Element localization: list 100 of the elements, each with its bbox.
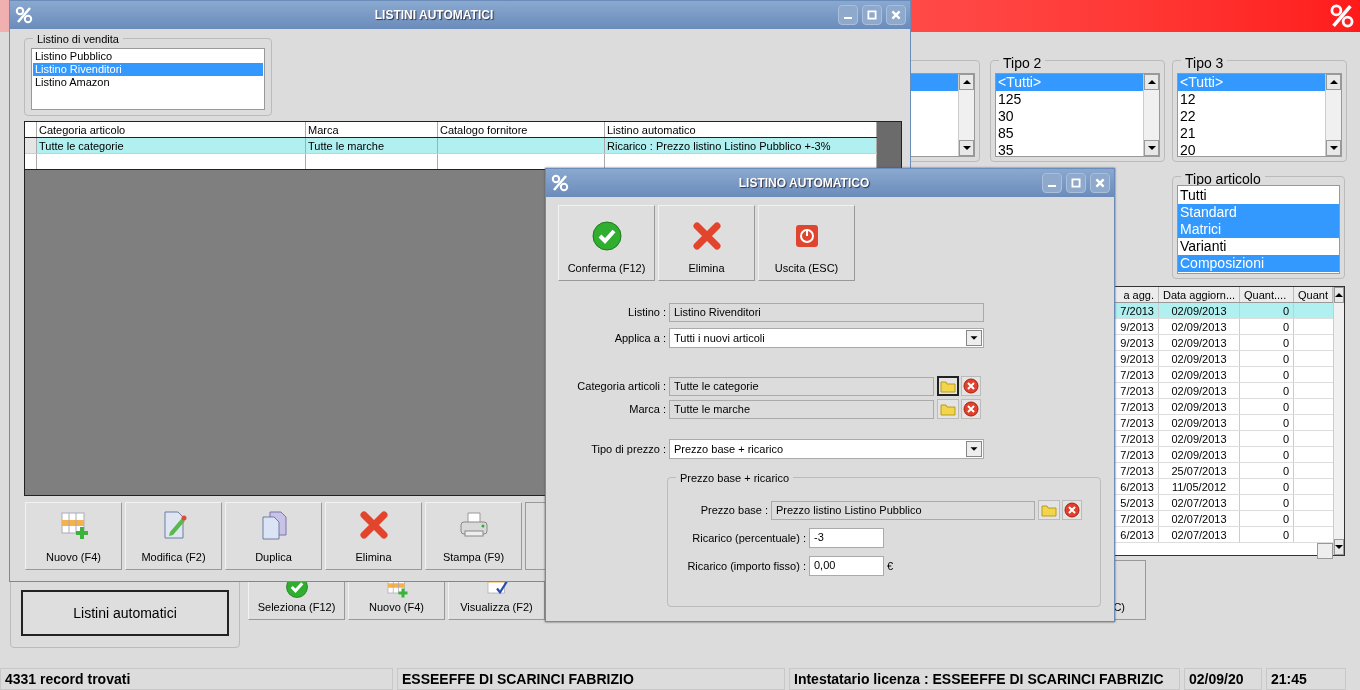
table-cell: 0 bbox=[1240, 447, 1294, 462]
list-item[interactable]: 12 bbox=[1178, 91, 1325, 108]
empty-row[interactable] bbox=[25, 154, 877, 170]
close-button[interactable] bbox=[886, 5, 906, 25]
column-header[interactable]: Quant.... bbox=[1240, 287, 1294, 302]
toolbar-button[interactable]: Elimina bbox=[325, 502, 422, 570]
text-field[interactable]: -3 bbox=[809, 528, 884, 548]
table-cell: 02/09/2013 bbox=[1159, 383, 1240, 398]
maximize-button[interactable] bbox=[862, 5, 882, 25]
list-item[interactable]: Varianti bbox=[1178, 238, 1339, 255]
percent-logo-icon bbox=[1328, 2, 1356, 30]
toolbar-button[interactable]: Uscita (ESC) bbox=[758, 205, 855, 281]
table-cell: 02/09/2013 bbox=[1159, 351, 1240, 366]
column-header[interactable]: Marca bbox=[306, 122, 438, 137]
toolbar-button[interactable]: Duplica bbox=[225, 502, 322, 570]
table-cell: 0 bbox=[1240, 383, 1294, 398]
table-cell: 02/09/2013 bbox=[1159, 319, 1240, 334]
table-cell: Tutte le categorie bbox=[37, 138, 306, 153]
table-cell: 02/07/2013 bbox=[1159, 495, 1240, 510]
table-cell: 0 bbox=[1240, 351, 1294, 366]
list-item[interactable]: Tutti bbox=[1178, 187, 1339, 204]
column-header[interactable]: Quant bbox=[1294, 287, 1333, 302]
field-label: Ricarico (percentuale) : bbox=[691, 530, 806, 546]
list-box[interactable]: Listino Pubblico Listino Rivenditori Listino Amazon bbox=[31, 48, 265, 110]
table-cell: 02/09/2013 bbox=[1159, 303, 1240, 318]
cross-icon bbox=[357, 508, 390, 541]
window-title: LISTINO AUTOMATICO bbox=[737, 175, 871, 192]
clear-button[interactable] bbox=[1062, 500, 1082, 520]
up-arrow-icon bbox=[1335, 291, 1343, 299]
toolbar-button[interactable]: Conferma (F12) bbox=[558, 205, 655, 281]
list-item[interactable]: 21 bbox=[1178, 125, 1325, 142]
table-cell: 0 bbox=[1240, 527, 1294, 542]
list-item[interactable]: 125 bbox=[996, 91, 1143, 108]
status-field: 4331 record trovati bbox=[0, 668, 393, 690]
down-arrow-icon bbox=[1335, 543, 1343, 551]
window-title: LISTINI AUTOMATICI bbox=[373, 7, 495, 24]
table-cell: Tutte le marche bbox=[306, 138, 438, 153]
column-header[interactable]: Data aggiorn... bbox=[1159, 287, 1240, 302]
dropdown[interactable]: Prezzo base + ricarico bbox=[669, 439, 984, 459]
row-header[interactable] bbox=[25, 138, 37, 153]
table-cell: 0 bbox=[1240, 511, 1294, 526]
percent-logo-icon bbox=[550, 173, 570, 193]
field-label: Applica a : bbox=[613, 330, 666, 346]
column-header[interactable]: Catalogo fornitore bbox=[438, 122, 605, 137]
scrollbar[interactable] bbox=[958, 74, 974, 156]
scrollbar[interactable] bbox=[1143, 74, 1159, 156]
toolbar-button[interactable]: Modifica (F2) bbox=[125, 502, 222, 570]
minimize-button[interactable] bbox=[838, 5, 858, 25]
table-row[interactable]: Tutte le categorie Tutte le marche Ricarico : Prezzo listino Listino Pubblico +-3% bbox=[25, 138, 877, 154]
list-item[interactable]: 20 bbox=[1178, 142, 1325, 159]
folder-icon bbox=[940, 378, 956, 394]
list-item[interactable]: 30 bbox=[996, 108, 1143, 125]
text-field[interactable]: Prezzo listino Listino Pubblico bbox=[771, 500, 1035, 520]
text-field[interactable]: Tutte le marche bbox=[669, 399, 934, 419]
close-button[interactable] bbox=[1090, 173, 1110, 193]
maximize-button[interactable] bbox=[1066, 173, 1086, 193]
list-box[interactable]: <Tutti> 125 30 85 35 bbox=[995, 73, 1160, 157]
dropdown[interactable]: Tutti i nuovi articoli bbox=[669, 328, 984, 348]
field-label: Prezzo base : bbox=[699, 502, 768, 518]
list-item[interactable]: 85 bbox=[996, 125, 1143, 142]
up-arrow-icon bbox=[1147, 78, 1156, 86]
up-arrow-icon bbox=[1329, 78, 1338, 86]
clear-button[interactable] bbox=[961, 399, 981, 419]
list-box[interactable]: <Tutti> 12 22 21 20 bbox=[1177, 73, 1342, 157]
list-box[interactable]: Tutti Standard Matrici Varianti Composizioni bbox=[1177, 185, 1340, 274]
text-field[interactable]: Tutte le categorie bbox=[669, 376, 934, 396]
minimize-icon bbox=[844, 16, 852, 19]
table-cell: 02/09/2013 bbox=[1159, 399, 1240, 414]
listini-automatici-button[interactable]: Listini automatici bbox=[21, 590, 229, 636]
table-cell: 02/09/2013 bbox=[1159, 367, 1240, 382]
clear-button[interactable] bbox=[961, 376, 981, 396]
text-field[interactable]: 0,00 bbox=[809, 556, 884, 576]
table-cell: 0 bbox=[1240, 399, 1294, 414]
close-icon bbox=[890, 9, 902, 21]
list-item[interactable]: 22 bbox=[1178, 108, 1325, 125]
scrollbar[interactable] bbox=[1325, 74, 1341, 156]
toolbar-button[interactable]: Nuovo (F4) bbox=[25, 502, 122, 570]
status-field: 02/09/20 bbox=[1184, 668, 1262, 690]
table-cell: 0 bbox=[1240, 463, 1294, 478]
minimize-icon bbox=[1048, 184, 1056, 187]
list-item[interactable]: Listino Pubblico bbox=[33, 50, 263, 63]
down-arrow-icon bbox=[1147, 144, 1156, 152]
browse-button[interactable] bbox=[937, 376, 959, 396]
cross-icon bbox=[690, 219, 723, 252]
list-item[interactable]: Listino Amazon bbox=[33, 76, 263, 89]
scroll-right-button[interactable] bbox=[1316, 543, 1333, 559]
field-label: Tipo di prezzo : bbox=[590, 441, 666, 457]
toolbar-button[interactable]: Stampa (F9) bbox=[425, 502, 522, 570]
table-cell: 11/05/2012 bbox=[1159, 479, 1240, 494]
minimize-button[interactable] bbox=[1042, 173, 1062, 193]
table-cell: 0 bbox=[1240, 335, 1294, 350]
list-item[interactable]: 35 bbox=[996, 142, 1143, 159]
text-field[interactable]: Listino Rivenditori bbox=[669, 303, 984, 322]
table-cell: 25/07/2013 bbox=[1159, 463, 1240, 478]
percent-logo-icon bbox=[14, 5, 34, 25]
clear-icon bbox=[963, 401, 979, 417]
table-cell: 02/09/2013 bbox=[1159, 431, 1240, 446]
column-header[interactable]: Categoria articolo bbox=[37, 122, 306, 137]
field-label: Ricarico (importo fisso) : bbox=[686, 558, 806, 574]
toolbar-button[interactable]: Elimina bbox=[658, 205, 755, 281]
